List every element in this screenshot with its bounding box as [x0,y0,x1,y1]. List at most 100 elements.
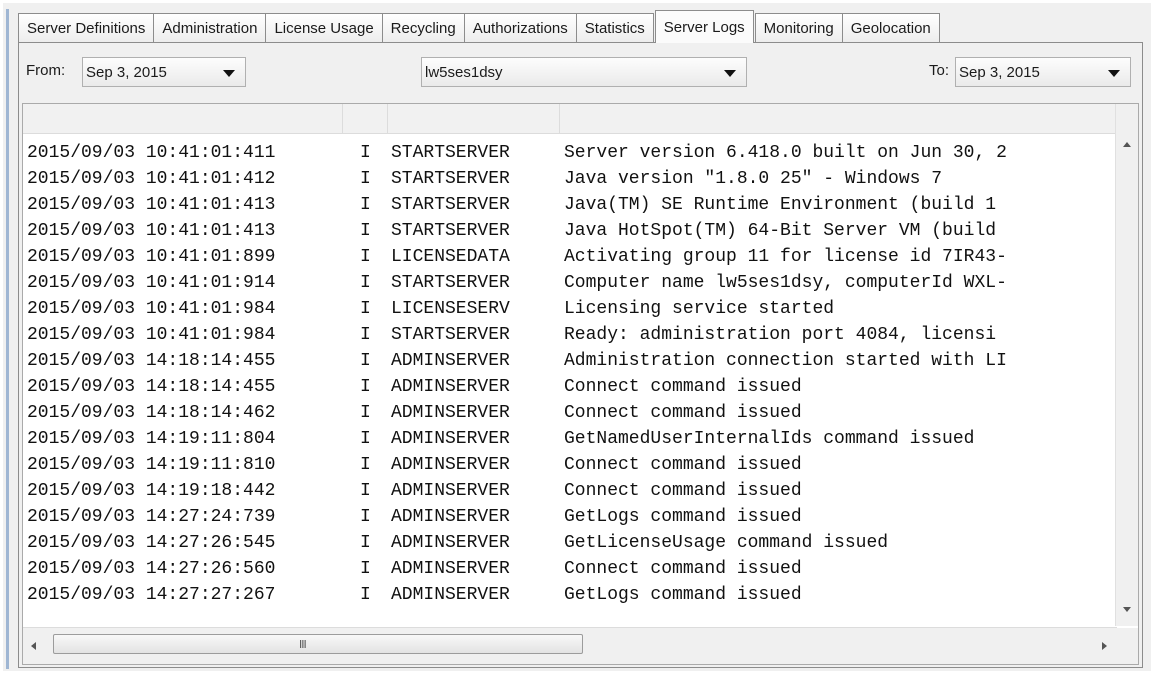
log-source: STARTSERVER [391,169,510,189]
table-row[interactable]: 2015/09/03 10:41:01:984 I STARTSERVER Ready… [23,322,1117,348]
log-timestamp: 2015/09/03 14:27:24:739 [27,507,276,527]
log-source: ADMINSERVER [391,585,510,605]
scroll-down-icon[interactable] [1123,607,1131,612]
horizontal-scrollbar[interactable]: III [23,627,1117,664]
log-timestamp: 2015/09/03 10:41:01:412 [27,169,276,189]
tab-statistics[interactable]: Statistics [575,13,654,43]
table-row[interactable]: 2015/09/03 10:41:01:914 I STARTSERVER Compu… [23,270,1117,296]
log-timestamp: 2015/09/03 14:19:11:810 [27,455,276,475]
table-row[interactable]: 2015/09/03 14:27:24:739 I ADMINSERVER GetLo… [23,504,1117,530]
log-message: Licensing service started [564,299,835,319]
log-message: Java version "1.8.0 25" - Windows 7 [564,169,943,189]
log-source: STARTSERVER [391,273,510,293]
scroll-grip-icon: III [299,638,307,651]
from-label: From: [26,62,66,79]
column-header-timestamp[interactable] [23,104,343,133]
table-row[interactable]: 2015/09/03 10:41:01:413 I STARTSERVER Java(… [23,192,1117,218]
scroll-left-icon[interactable] [31,642,36,650]
left-border [6,9,9,669]
table-row[interactable]: 2015/09/03 14:18:14:455 I ADMINSERVER Admin… [23,348,1117,374]
to-label: To: [929,62,950,79]
tab-authorizations[interactable]: Authorizations [463,13,577,43]
tab-administration[interactable]: Administration [153,13,267,43]
table-row[interactable]: 2015/09/03 14:18:14:462 I ADMINSERVER Conne… [23,400,1117,426]
log-level: I [360,195,371,215]
log-source: LICENSESERV [391,299,510,319]
chevron-down-icon [223,70,235,77]
table-row[interactable]: 2015/09/03 14:19:11:804 I ADMINSERVER GetNa… [23,426,1117,452]
table-row[interactable]: 2015/09/03 10:41:01:984 I LICENSESERV Licen… [23,296,1117,322]
log-message: Server version 6.418.0 built on Jun 30, … [564,143,1007,163]
log-source: ADMINSERVER [391,377,510,397]
server-dropdown[interactable]: lw5ses1dsy [421,57,747,87]
log-source: LICENSEDATA [391,247,510,267]
log-source: ADMINSERVER [391,351,510,371]
horizontal-scroll-thumb[interactable]: III [53,634,583,654]
log-source: ADMINSERVER [391,481,510,501]
log-rows: 2015/09/03 10:41:01:411 I STARTSERVER Serve… [23,140,1117,626]
log-source: STARTSERVER [391,325,510,345]
log-source: ADMINSERVER [391,507,510,527]
log-timestamp: 2015/09/03 10:41:01:413 [27,195,276,215]
log-message: Connect command issued [564,377,802,397]
log-level: I [360,247,371,267]
log-message: Administration connection started with L… [564,351,1007,371]
log-message: Connect command issued [564,455,802,475]
server-logs-panel: From: Sep 3, 2015 lw5ses1dsy To: Sep 3, … [18,42,1143,668]
log-message: Java HotSpot(TM) 64-Bit Server VM (build [564,221,997,241]
log-timestamp: 2015/09/03 14:27:26:545 [27,533,276,553]
table-row[interactable]: 2015/09/03 10:41:01:412 I STARTSERVER Java … [23,166,1117,192]
log-level: I [360,455,371,475]
from-date-dropdown[interactable]: Sep 3, 2015 [82,57,246,87]
table-row[interactable]: 2015/09/03 10:41:01:413 I STARTSERVER Java … [23,218,1117,244]
log-source: STARTSERVER [391,221,510,241]
server-value: lw5ses1dsy [425,63,503,81]
log-timestamp: 2015/09/03 10:41:01:984 [27,325,276,345]
tab-server-logs[interactable]: Server Logs [654,10,754,43]
column-header-message[interactable] [560,104,1117,133]
scroll-up-icon[interactable] [1123,142,1131,147]
log-source: ADMINSERVER [391,429,510,449]
tab-monitoring[interactable]: Monitoring [754,13,843,43]
table-row[interactable]: 2015/09/03 14:27:26:560 I ADMINSERVER Conne… [23,556,1117,582]
log-level: I [360,507,371,527]
table-row[interactable]: 2015/09/03 14:18:14:455 I ADMINSERVER Conne… [23,374,1117,400]
table-row[interactable]: 2015/09/03 10:41:01:411 I STARTSERVER Serve… [23,140,1117,166]
from-date-value: Sep 3, 2015 [86,63,167,81]
log-timestamp: 2015/09/03 10:41:01:914 [27,273,276,293]
log-level: I [360,143,371,163]
log-timestamp: 2015/09/03 14:18:14:462 [27,403,276,423]
log-message: Computer name lw5ses1dsy, computerId WXL… [564,273,1007,293]
table-row[interactable]: 2015/09/03 10:41:01:899 I LICENSEDATA Activ… [23,244,1117,270]
to-date-dropdown[interactable]: Sep 3, 2015 [955,57,1131,87]
to-date-value: Sep 3, 2015 [959,63,1040,81]
log-message: GetLogs command issued [564,507,802,527]
log-timestamp: 2015/09/03 14:27:26:560 [27,559,276,579]
log-source: ADMINSERVER [391,455,510,475]
scroll-right-icon[interactable] [1102,642,1107,650]
log-source: STARTSERVER [391,195,510,215]
table-row[interactable]: 2015/09/03 14:27:26:545 I ADMINSERVER GetLi… [23,530,1117,556]
tab-recycling[interactable]: Recycling [381,13,465,43]
column-header-level[interactable] [343,104,388,133]
log-timestamp: 2015/09/03 10:41:01:411 [27,143,276,163]
vertical-scrollbar[interactable] [1115,104,1138,626]
log-message: Java(TM) SE Runtime Environment (build 1 [564,195,997,215]
scrollbar-corner [1116,628,1138,664]
chevron-down-icon [724,70,736,77]
log-table[interactable]: 2015/09/03 10:41:01:411 I STARTSERVER Serve… [22,103,1139,665]
log-timestamp: 2015/09/03 14:18:14:455 [27,351,276,371]
log-level: I [360,273,371,293]
tab-geolocation[interactable]: Geolocation [841,13,940,43]
table-row[interactable]: 2015/09/03 14:19:11:810 I ADMINSERVER Conne… [23,452,1117,478]
log-message: Ready: administration port 4084, licensi [564,325,997,345]
tab-server-definitions[interactable]: Server Definitions [18,13,155,43]
column-header-source[interactable] [388,104,560,133]
log-timestamp: 2015/09/03 14:27:27:267 [27,585,276,605]
tab-license-usage[interactable]: License Usage [265,13,383,43]
log-level: I [360,169,371,189]
table-row[interactable]: 2015/09/03 14:27:27:267 I ADMINSERVER GetLo… [23,582,1117,608]
chevron-down-icon [1108,70,1120,77]
log-level: I [360,221,371,241]
table-row[interactable]: 2015/09/03 14:19:18:442 I ADMINSERVER Conne… [23,478,1117,504]
